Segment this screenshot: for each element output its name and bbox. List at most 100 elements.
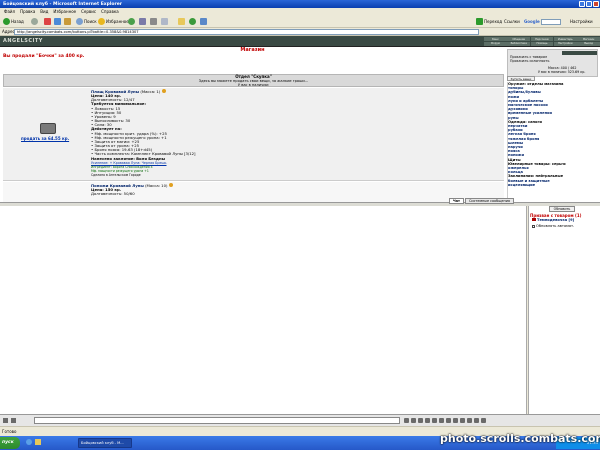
user-panel: Прокачать с товаром Прокачать склонность… bbox=[507, 49, 598, 77]
google-search-input[interactable] bbox=[540, 18, 561, 25]
buy-items-button[interactable]: Купить вещи bbox=[507, 76, 535, 81]
user-panel-banner bbox=[562, 51, 597, 55]
forward-button[interactable] bbox=[31, 17, 38, 26]
sound-icon[interactable] bbox=[439, 418, 444, 423]
site-logo: ANGELSCITY bbox=[3, 38, 43, 44]
nav-library[interactable]: Библиотека bbox=[507, 41, 531, 46]
minimize-icon[interactable] bbox=[579, 1, 585, 7]
tab-system-messages[interactable]: Системные сообщения bbox=[465, 198, 514, 204]
private-icon[interactable] bbox=[432, 418, 437, 423]
info-icon[interactable] bbox=[168, 183, 173, 187]
item-row: Поножи Кровавой Луны (Масса: 10) Цена: 1… bbox=[3, 182, 504, 202]
edit-icon bbox=[161, 18, 168, 25]
menu-edit[interactable]: Правка bbox=[20, 9, 35, 14]
send-icon[interactable] bbox=[404, 418, 409, 423]
stop-icon bbox=[44, 18, 51, 25]
user-panel-line[interactable]: Прокачать склонность bbox=[510, 59, 549, 63]
site-nav: Банк Общение Персонаж Инвентарь Магазин … bbox=[484, 37, 600, 46]
print-icon bbox=[150, 18, 157, 25]
department-header: Отдел "Скупка" Здесь вы можете продать с… bbox=[3, 74, 504, 87]
nav-exit[interactable]: Выход bbox=[577, 41, 600, 46]
home-button[interactable] bbox=[64, 17, 71, 26]
refresh-button[interactable] bbox=[54, 17, 61, 26]
category-list: Оружие: отделы магазина топоры дубины,бу… bbox=[507, 82, 598, 202]
maximize-icon[interactable] bbox=[586, 1, 592, 7]
clear-icon[interactable] bbox=[411, 418, 416, 423]
address-label: Адрес bbox=[2, 29, 15, 34]
folder-quicklaunch-icon[interactable] bbox=[35, 439, 41, 445]
scroll-icon[interactable] bbox=[467, 418, 472, 423]
item-durability: Долговечность: 50/60 bbox=[91, 191, 135, 197]
menu-favorites[interactable]: Избранное bbox=[53, 9, 76, 14]
menu-view[interactable]: Вид bbox=[40, 9, 48, 14]
search-icon bbox=[76, 18, 83, 25]
stop-button[interactable] bbox=[44, 17, 51, 26]
refresh-icon[interactable] bbox=[453, 418, 458, 423]
tools-icon bbox=[200, 18, 207, 25]
forward-arrow-icon bbox=[31, 18, 38, 25]
nav-shop[interactable]: Магазин bbox=[577, 37, 600, 42]
close-icon[interactable] bbox=[593, 1, 599, 7]
search-button[interactable]: Поиск bbox=[76, 17, 97, 26]
menu-bar: Файл Правка Вид Избранное Сервис Справка bbox=[0, 8, 600, 15]
toolbar: Назад Поиск Избранное Переход Ссылки Goo… bbox=[0, 15, 600, 28]
favorites-button[interactable]: Избранное bbox=[98, 17, 129, 26]
favorites-label: Избранное bbox=[106, 19, 129, 24]
links-button[interactable]: Ссылки bbox=[504, 17, 520, 26]
messenger-icon bbox=[189, 18, 196, 25]
tab-chat[interactable]: Чат bbox=[449, 198, 464, 204]
nav-settings[interactable]: Настройки bbox=[553, 41, 577, 46]
go-button[interactable]: Переход bbox=[476, 17, 502, 26]
item-mass: (Масса: 10) bbox=[145, 183, 168, 188]
sold-message: Вы продали "Бочки" за 400 кр. bbox=[3, 54, 85, 59]
menu-tools[interactable]: Сервис bbox=[81, 9, 96, 14]
back-button[interactable]: Назад bbox=[3, 17, 24, 26]
address-bar: Адрес http://angelscity.combats.com/butt… bbox=[0, 28, 600, 36]
start-button[interactable]: пуск bbox=[0, 437, 20, 449]
chat-input-bar bbox=[0, 414, 600, 426]
item-mass: (Масса: 1) bbox=[140, 89, 161, 94]
user-nick[interactable]: Темнодевочка [9] bbox=[537, 218, 574, 222]
auto-refresh-toggle[interactable]: Обновлять автомат. bbox=[532, 224, 574, 228]
translit-icon[interactable] bbox=[446, 418, 451, 423]
chat-log[interactable] bbox=[0, 206, 527, 414]
address-input[interactable]: http://angelscity.combats.com/buttons.pl… bbox=[14, 29, 479, 35]
department-count: У вас в наличии: bbox=[237, 83, 270, 87]
mail-icon bbox=[139, 18, 146, 25]
filter-icon[interactable] bbox=[425, 418, 430, 423]
ie-quicklaunch-icon[interactable] bbox=[26, 439, 32, 445]
menu-help[interactable]: Справка bbox=[101, 9, 119, 14]
nav-character[interactable]: Персонаж bbox=[530, 37, 554, 42]
task-ie[interactable]: Бойцовский клуб - M... bbox=[78, 438, 132, 448]
auto-refresh-checkbox[interactable] bbox=[532, 224, 535, 228]
category-item[interactable]: исцеляющие bbox=[508, 183, 598, 187]
help-icon[interactable] bbox=[474, 418, 479, 423]
page-title: Магазин bbox=[240, 47, 265, 53]
chat-menu-icon[interactable] bbox=[3, 418, 8, 423]
nav-inventory[interactable]: Инвентарь bbox=[553, 37, 577, 42]
exit-icon[interactable] bbox=[460, 418, 465, 423]
money-readout: У вас в наличии: 523.69 кр. bbox=[538, 70, 586, 74]
sell-item-link[interactable]: продать за 64.55 кр. bbox=[21, 136, 69, 141]
folder-button[interactable] bbox=[178, 17, 207, 26]
nav-help[interactable]: Помощь bbox=[530, 41, 554, 46]
back-label: Назад bbox=[11, 19, 24, 24]
chat-input[interactable] bbox=[34, 417, 400, 424]
refresh-button[interactable]: Обновить bbox=[549, 206, 575, 212]
nav-chat[interactable]: Общение bbox=[507, 37, 531, 42]
settings-icon[interactable] bbox=[481, 418, 486, 423]
smiles-icon[interactable] bbox=[11, 418, 16, 423]
settings-button[interactable]: Настройки bbox=[570, 17, 593, 26]
media-button[interactable] bbox=[128, 17, 168, 26]
info-icon[interactable] bbox=[161, 89, 166, 93]
google-toolbar[interactable]: Google bbox=[524, 17, 561, 26]
auto-refresh-label: Обновлять автомат. bbox=[536, 224, 575, 228]
smile-icon[interactable] bbox=[418, 418, 423, 423]
nav-forum[interactable]: Форум bbox=[484, 41, 507, 46]
menu-file[interactable]: Файл bbox=[4, 9, 15, 14]
online-list: Обновить Призван с товаром (1) Темнодево… bbox=[528, 206, 600, 414]
nav-bank[interactable]: Банк bbox=[484, 37, 507, 42]
links-label: Ссылки bbox=[504, 19, 520, 24]
online-user[interactable]: Темнодевочка [9] bbox=[532, 218, 574, 222]
shop-page: Магазин Вы продали "Бочки" за 400 кр. Пр… bbox=[0, 47, 600, 202]
